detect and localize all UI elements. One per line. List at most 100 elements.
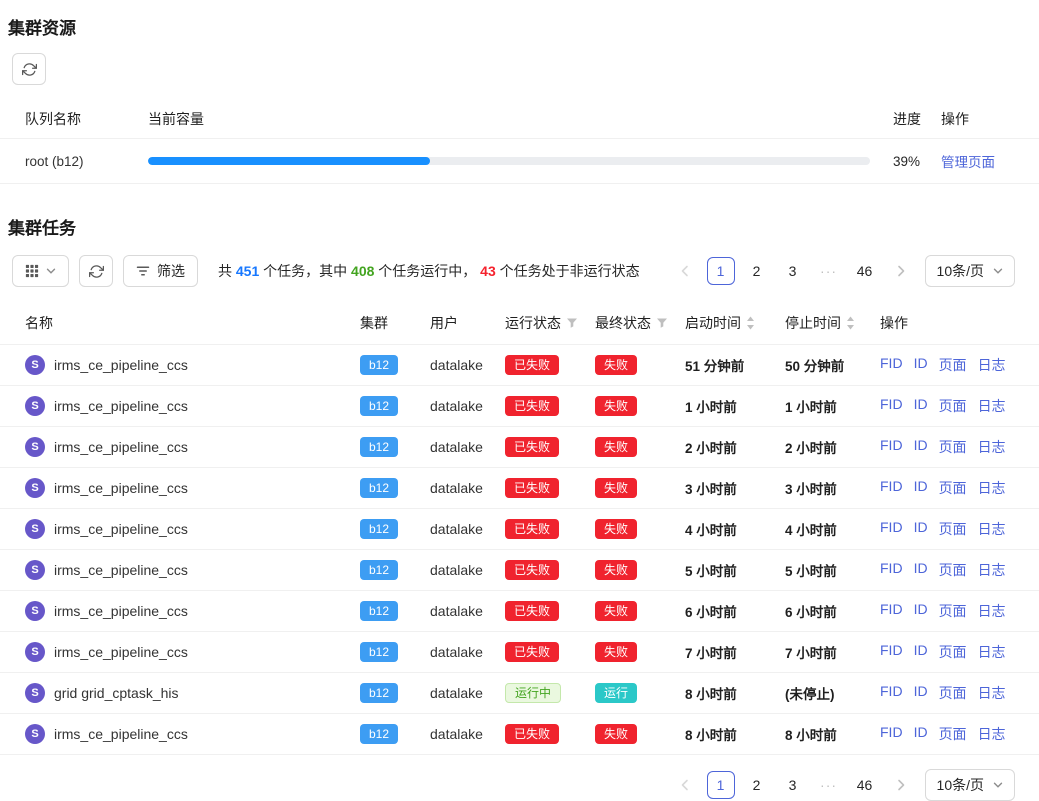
task-name-cell: S irms_ce_pipeline_ccs [25,396,360,416]
id-link[interactable]: ID [914,560,928,580]
page-link[interactable]: 页面 [939,478,967,498]
toolbar-right: 123···46 10条/页 [671,255,1015,287]
run-status-badge: 已失败 [505,724,559,744]
id-link[interactable]: ID [914,355,928,375]
page-link[interactable]: 页面 [939,519,967,539]
id-link[interactable]: ID [914,683,928,703]
fid-link[interactable]: FID [880,683,903,703]
page-link[interactable]: 页面 [939,396,967,416]
filter-button[interactable]: 筛选 [123,255,198,287]
filter-icon[interactable] [566,317,578,329]
fid-link[interactable]: FID [880,355,903,375]
layout-switch-button[interactable] [12,255,69,287]
fid-link[interactable]: FID [880,519,903,539]
page-link[interactable]: 页面 [939,560,967,580]
fid-link[interactable]: FID [880,396,903,416]
task-name: irms_ce_pipeline_ccs [54,603,188,619]
tasks-refresh-button[interactable] [79,255,113,287]
log-link[interactable]: 日志 [978,724,1006,744]
pagination-page-3[interactable]: 3 [779,257,807,285]
log-link[interactable]: 日志 [978,683,1006,703]
task-name-cell: S irms_ce_pipeline_ccs [25,642,360,662]
log-link[interactable]: 日志 [978,601,1006,621]
task-cluster-cell: b12 [360,396,430,416]
stop-time: 6 小时前 [785,601,880,621]
sorter-icon[interactable] [846,316,855,330]
log-link[interactable]: 日志 [978,396,1006,416]
spark-task-icon: S [25,519,45,539]
col-start-time[interactable]: 启动时间 [685,313,785,333]
pagination-page-1[interactable]: 1 [707,771,735,799]
log-link[interactable]: 日志 [978,355,1006,375]
task-row: S irms_ce_pipeline_ccs b12 datalake 已失败 … [0,550,1039,591]
fid-link[interactable]: FID [880,437,903,457]
sorter-icon[interactable] [746,316,755,330]
pagination-page-2[interactable]: 2 [743,257,771,285]
resources-table-header: 队列名称 当前容量 进度 操作 [0,99,1039,139]
tasks-table-header: 名称 集群 用户 运行状态 最终状态 启动时间 [0,301,1039,345]
manage-page-link[interactable]: 管理页面 [941,155,995,170]
capacity-cell [148,157,893,165]
resources-refresh-button[interactable] [12,53,46,85]
task-user: datalake [430,562,505,578]
run-status-cell: 已失败 [505,560,595,580]
pagination-prev[interactable] [671,771,699,799]
page-link[interactable]: 页面 [939,724,967,744]
fid-link[interactable]: FID [880,724,903,744]
fid-link[interactable]: FID [880,478,903,498]
log-link[interactable]: 日志 [978,437,1006,457]
col-current-capacity: 当前容量 [148,109,893,129]
summary-text: 共 [218,263,236,279]
final-status-cell: 失败 [595,724,685,744]
cluster-badge: b12 [360,396,398,416]
final-status-cell: 失败 [595,519,685,539]
fid-link[interactable]: FID [880,642,903,662]
tasks-summary: 共 451 个任务，其中 408 个任务运行中， 43 个任务处于非运行状态 [218,261,640,281]
log-link[interactable]: 日志 [978,560,1006,580]
chevron-down-icon [993,780,1003,790]
page-link[interactable]: 页面 [939,683,967,703]
log-link[interactable]: 日志 [978,642,1006,662]
pagination-page-1[interactable]: 1 [707,257,735,285]
start-time: 5 小时前 [685,560,785,580]
progress-bar-fill [148,157,430,165]
page-size-select[interactable]: 10条/页 [925,255,1015,287]
id-link[interactable]: ID [914,478,928,498]
fid-link[interactable]: FID [880,601,903,621]
final-status-badge: 失败 [595,355,637,375]
col-final-status-label: 最终状态 [595,313,651,333]
id-link[interactable]: ID [914,519,928,539]
col-stop-time[interactable]: 停止时间 [785,313,880,333]
pagination-page-46[interactable]: 46 [851,771,879,799]
summary-text: 个任务处于非运行状态 [496,263,640,279]
pagination-page-3[interactable]: 3 [779,771,807,799]
run-status-badge: 已失败 [505,642,559,662]
id-link[interactable]: ID [914,396,928,416]
id-link[interactable]: ID [914,642,928,662]
pagination-prev[interactable] [671,257,699,285]
cluster-badge: b12 [360,683,398,703]
log-link[interactable]: 日志 [978,519,1006,539]
task-user: datalake [430,603,505,619]
run-status-badge: 已失败 [505,437,559,457]
page-link[interactable]: 页面 [939,601,967,621]
id-link[interactable]: ID [914,601,928,621]
filter-icon[interactable] [656,317,668,329]
pagination-next[interactable] [887,771,915,799]
pagination-page-46[interactable]: 46 [851,257,879,285]
summary-text: 个任务运行中， [374,263,480,279]
log-link[interactable]: 日志 [978,478,1006,498]
final-status-cell: 失败 [595,478,685,498]
page-link[interactable]: 页面 [939,437,967,457]
id-link[interactable]: ID [914,437,928,457]
fid-link[interactable]: FID [880,560,903,580]
page-size-select[interactable]: 10条/页 [925,769,1015,801]
task-name-cell: S irms_ce_pipeline_ccs [25,560,360,580]
page-link[interactable]: 页面 [939,355,967,375]
pagination-next[interactable] [887,257,915,285]
id-link[interactable]: ID [914,724,928,744]
pagination-page-2[interactable]: 2 [743,771,771,799]
page-link[interactable]: 页面 [939,642,967,662]
spark-task-icon: S [25,642,45,662]
task-name: irms_ce_pipeline_ccs [54,398,188,414]
